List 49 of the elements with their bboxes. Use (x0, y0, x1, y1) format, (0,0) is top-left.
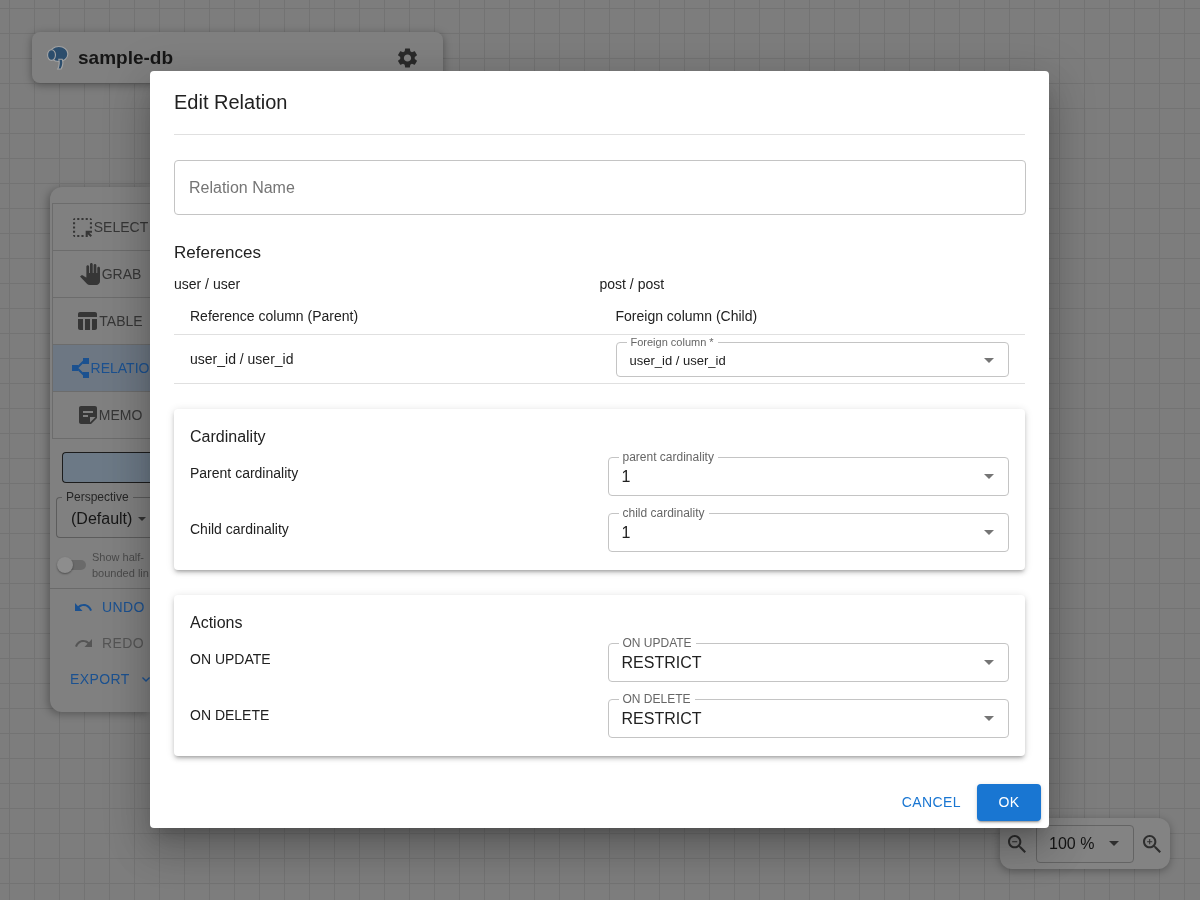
table-name: post / post (599, 275, 666, 294)
table-name: user / user (174, 275, 242, 294)
dialog-title: Edit Relation (174, 90, 289, 115)
undo-icon (75, 603, 92, 611)
caret-icon (1109, 841, 1119, 846)
field-label: ON UPDATE (621, 636, 693, 650)
action-select[interactable]: ON DELETE RESTRICT (607, 692, 1009, 738)
table-cell-text: user_id / user_id (190, 349, 294, 369)
caret-icon (984, 660, 994, 665)
column-header: Foreign column (Child) (615, 308, 758, 324)
column-header: Reference column (Parent) (190, 308, 359, 324)
caret-icon (984, 716, 994, 721)
toggle-switch[interactable] (57, 557, 87, 573)
cardinality-select[interactable]: child cardinality 1 (607, 506, 1009, 552)
caret-icon (138, 516, 147, 521)
field-label: parent cardinality (621, 450, 715, 464)
row-label: Child cardinality (190, 521, 289, 537)
project-title: sample-db (78, 48, 174, 67)
section-heading: Actions (190, 613, 244, 633)
cardinality-select[interactable]: parent cardinality 1 (607, 450, 1009, 496)
relation-name-field[interactable]: Relation Name (174, 160, 1026, 215)
ok-button[interactable]: OK (977, 784, 1041, 821)
section-heading: Cardinality (190, 427, 267, 447)
row-label: ON DELETE (190, 707, 270, 723)
nodes-icon (71, 358, 89, 378)
settings-icon[interactable] (398, 47, 417, 68)
field-label: Perspective (65, 490, 130, 504)
input-field[interactable] (62, 452, 150, 483)
zoom-in-icon[interactable] (1143, 834, 1161, 853)
zoom-out-icon[interactable] (1008, 834, 1026, 853)
field-label: ON DELETE (621, 692, 692, 706)
cancel-button[interactable]: CANCEL (893, 784, 969, 821)
field-label: child cardinality (621, 506, 706, 520)
selection-icon (72, 217, 92, 237)
caret-icon (984, 474, 994, 479)
hand-icon (79, 263, 100, 285)
action-select[interactable]: ON UPDATE RESTRICT (607, 636, 1009, 682)
caret-icon (984, 530, 994, 535)
note-icon (78, 406, 97, 424)
foreign-column-select[interactable]: Foreign column * user_id / user_id (615, 336, 1009, 377)
chevron-down-icon (141, 676, 150, 682)
table-icon (78, 312, 98, 330)
caret-icon (984, 358, 994, 363)
elephant-icon (47, 45, 69, 70)
row-label: Parent cardinality (190, 465, 299, 481)
field-label: Foreign column * (629, 336, 715, 348)
redo-icon (75, 639, 92, 647)
row-label: ON UPDATE (190, 651, 271, 667)
section-heading: References (174, 242, 262, 264)
